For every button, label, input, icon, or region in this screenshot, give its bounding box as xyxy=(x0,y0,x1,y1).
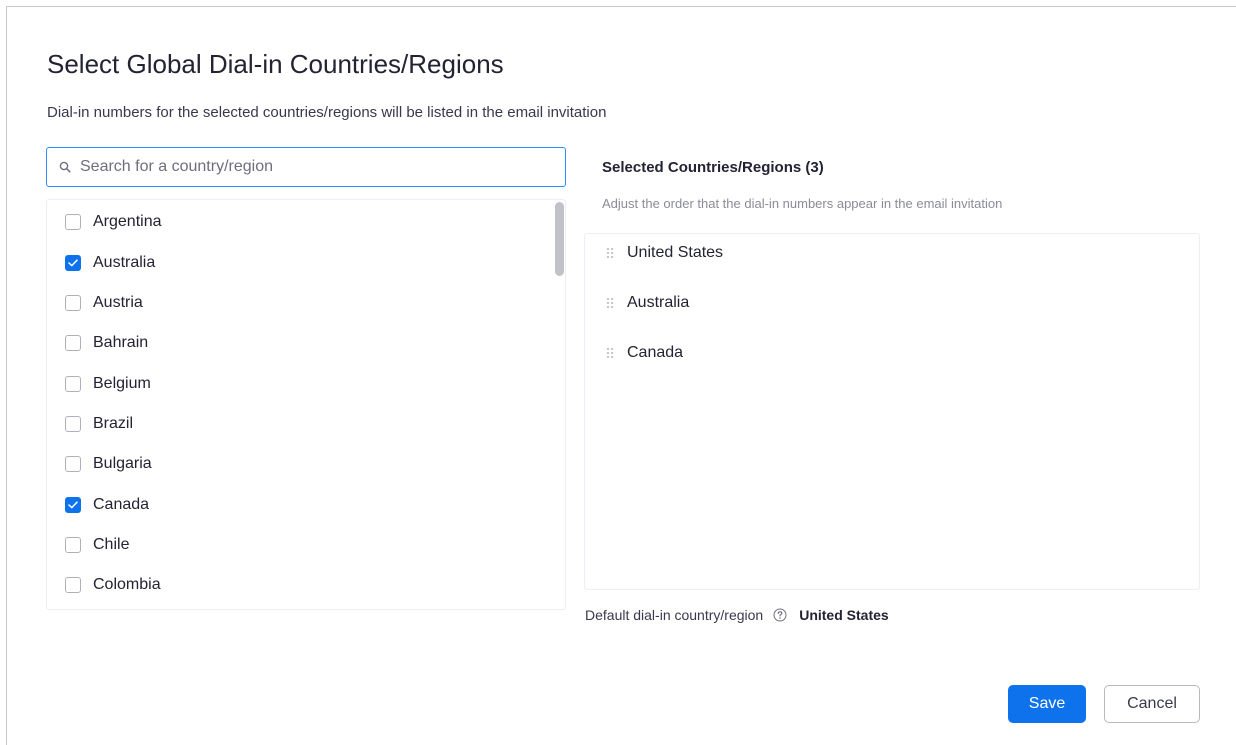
checkbox[interactable] xyxy=(65,295,81,311)
country-label: Canada xyxy=(93,496,150,513)
checkbox[interactable] xyxy=(65,456,81,472)
selected-hint: Adjust the order that the dial-in number… xyxy=(602,196,1003,211)
checkbox[interactable] xyxy=(65,214,81,230)
search-box[interactable] xyxy=(46,147,566,187)
checkmark-icon xyxy=(68,259,78,267)
country-option[interactable]: Australia xyxy=(65,251,155,275)
selected-item-label: Canada xyxy=(627,344,684,361)
checkbox[interactable] xyxy=(65,416,81,432)
country-label: Bahrain xyxy=(93,334,149,351)
help-icon[interactable] xyxy=(773,608,787,622)
selected-item[interactable]: United States xyxy=(606,241,723,265)
selected-item-label: Australia xyxy=(627,294,690,311)
scrollbar-thumb[interactable] xyxy=(555,202,564,276)
default-region-value: United States xyxy=(799,607,889,623)
checkbox[interactable] xyxy=(65,537,81,553)
checkbox-checked[interactable] xyxy=(65,497,81,513)
country-option[interactable]: Brazil xyxy=(65,412,133,436)
dialog-subtitle: Dial-in numbers for the selected countri… xyxy=(47,104,607,121)
country-list[interactable]: Argentina Australia Austria Bahrain Belgium B… xyxy=(46,199,566,610)
country-label: Chile xyxy=(93,536,130,553)
selected-heading: Selected Countries/Regions (3) xyxy=(602,159,824,176)
default-region-label: Default dial-in country/region xyxy=(585,607,764,623)
checkbox[interactable] xyxy=(65,577,81,593)
country-option[interactable]: Chile xyxy=(65,533,129,557)
dialog: Select Global Dial-in Countries/Regions … xyxy=(6,6,1236,745)
country-option[interactable]: Bahrain xyxy=(65,331,148,355)
country-label: Austria xyxy=(93,294,143,311)
drag-handle-icon[interactable] xyxy=(606,347,614,359)
drag-handle-icon[interactable] xyxy=(606,247,614,259)
country-label: Brazil xyxy=(93,415,134,432)
country-option[interactable]: Colombia xyxy=(65,573,161,597)
save-button[interactable]: Save xyxy=(1008,685,1086,723)
selected-item[interactable]: Australia xyxy=(606,291,689,315)
country-label: Bulgaria xyxy=(93,455,152,472)
country-label: Colombia xyxy=(93,576,161,593)
selected-item[interactable]: Canada xyxy=(606,341,683,365)
country-label: Belgium xyxy=(93,375,151,392)
country-label: Argentina xyxy=(93,213,162,230)
dialog-title: Select Global Dial-in Countries/Regions xyxy=(47,49,504,79)
country-option[interactable]: Canada xyxy=(65,493,149,517)
default-region-row: Default dial-in country/region United St… xyxy=(585,605,889,625)
country-option[interactable]: Belgium xyxy=(65,372,151,396)
country-option[interactable]: Bulgaria xyxy=(65,452,152,476)
checkbox[interactable] xyxy=(65,335,81,351)
checkbox[interactable] xyxy=(65,376,81,392)
cancel-button[interactable]: Cancel xyxy=(1104,685,1200,723)
search-icon xyxy=(59,161,71,173)
selected-list: United States Australia Canada xyxy=(584,233,1200,590)
checkbox-checked[interactable] xyxy=(65,255,81,271)
country-label: Australia xyxy=(93,254,156,271)
search-input[interactable] xyxy=(78,157,565,177)
checkmark-icon xyxy=(68,501,78,509)
country-option[interactable]: Argentina xyxy=(65,210,162,234)
drag-handle-icon[interactable] xyxy=(606,297,614,309)
selected-item-label: United States xyxy=(627,244,724,261)
country-option[interactable]: Austria xyxy=(65,291,143,315)
